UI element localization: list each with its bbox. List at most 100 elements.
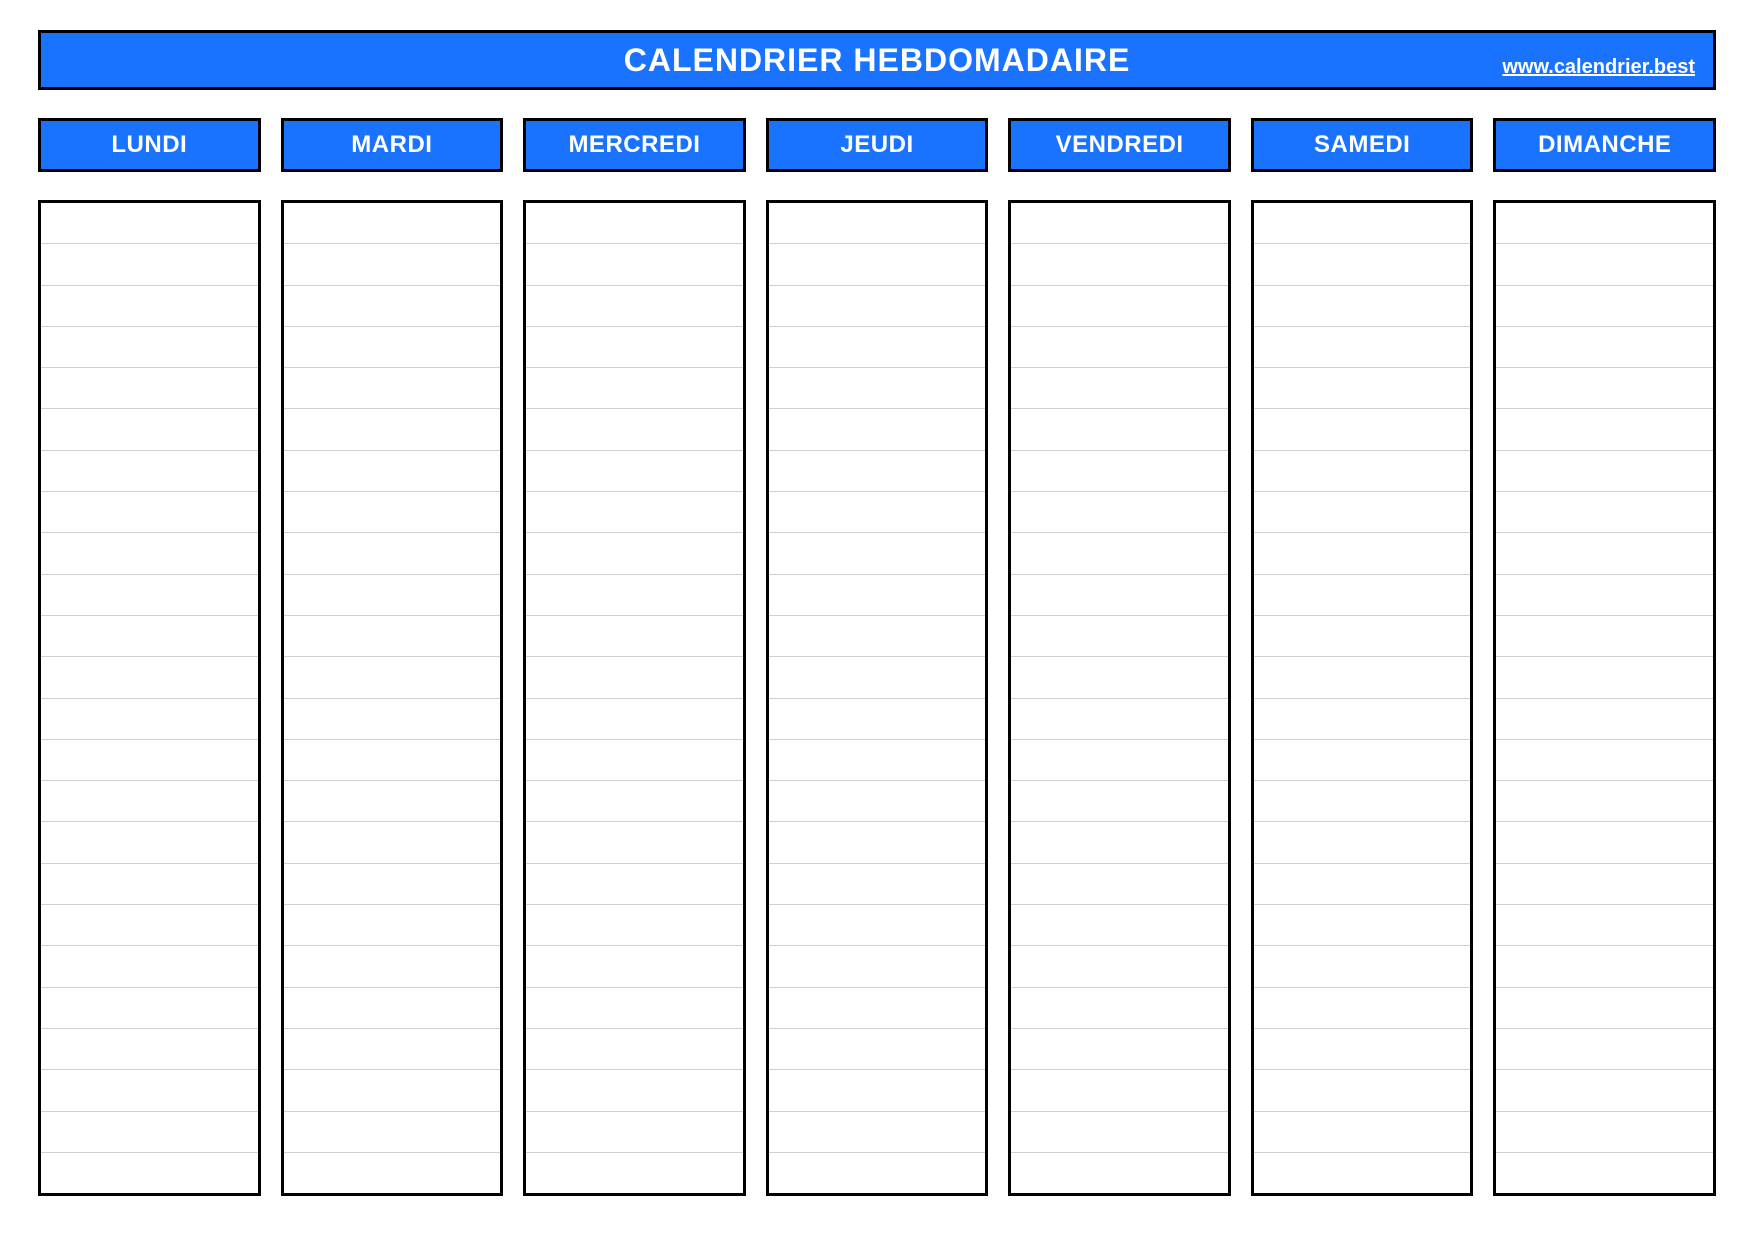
day-row[interactable] [1254, 533, 1471, 574]
day-row[interactable] [1496, 286, 1713, 327]
day-row[interactable] [41, 740, 258, 781]
day-row[interactable] [526, 822, 743, 863]
day-row[interactable] [1496, 946, 1713, 987]
day-row[interactable] [1011, 1029, 1228, 1070]
day-row[interactable] [769, 988, 986, 1029]
day-row[interactable] [41, 864, 258, 905]
day-row[interactable] [1496, 533, 1713, 574]
day-row[interactable] [41, 1112, 258, 1153]
day-row[interactable] [1496, 1153, 1713, 1193]
day-row[interactable] [1496, 451, 1713, 492]
day-row[interactable] [1254, 1070, 1471, 1111]
day-row[interactable] [284, 327, 501, 368]
day-row[interactable] [526, 988, 743, 1029]
day-row[interactable] [1254, 203, 1471, 244]
day-row[interactable] [41, 327, 258, 368]
day-row[interactable] [769, 657, 986, 698]
day-row[interactable] [284, 368, 501, 409]
day-row[interactable] [769, 822, 986, 863]
day-row[interactable] [769, 327, 986, 368]
day-row[interactable] [1011, 616, 1228, 657]
day-row[interactable] [769, 368, 986, 409]
day-row[interactable] [41, 409, 258, 450]
day-row[interactable] [769, 492, 986, 533]
day-row[interactable] [1254, 575, 1471, 616]
day-row[interactable] [1496, 409, 1713, 450]
day-row[interactable] [1254, 864, 1471, 905]
day-row[interactable] [41, 822, 258, 863]
day-row[interactable] [41, 781, 258, 822]
day-row[interactable] [1011, 368, 1228, 409]
day-row[interactable] [1011, 946, 1228, 987]
day-row[interactable] [284, 451, 501, 492]
day-row[interactable] [526, 368, 743, 409]
day-row[interactable] [284, 409, 501, 450]
day-row[interactable] [526, 740, 743, 781]
day-row[interactable] [1011, 1153, 1228, 1193]
day-row[interactable] [1011, 864, 1228, 905]
day-row[interactable] [769, 451, 986, 492]
day-row[interactable] [1496, 988, 1713, 1029]
day-row[interactable] [284, 286, 501, 327]
day-row[interactable] [41, 368, 258, 409]
source-link[interactable]: www.calendrier.best [1502, 56, 1695, 79]
day-row[interactable] [526, 492, 743, 533]
day-row[interactable] [1011, 244, 1228, 285]
day-row[interactable] [526, 244, 743, 285]
day-row[interactable] [1254, 286, 1471, 327]
day-row[interactable] [1496, 368, 1713, 409]
day-row[interactable] [1011, 409, 1228, 450]
day-row[interactable] [1496, 781, 1713, 822]
day-row[interactable] [284, 616, 501, 657]
day-row[interactable] [769, 946, 986, 987]
day-row[interactable] [1496, 616, 1713, 657]
day-row[interactable] [1011, 905, 1228, 946]
day-row[interactable] [1011, 327, 1228, 368]
day-row[interactable] [769, 699, 986, 740]
day-row[interactable] [41, 699, 258, 740]
day-row[interactable] [1011, 699, 1228, 740]
day-row[interactable] [41, 244, 258, 285]
day-row[interactable] [1496, 905, 1713, 946]
day-row[interactable] [1011, 1070, 1228, 1111]
day-row[interactable] [1254, 616, 1471, 657]
day-row[interactable] [1011, 988, 1228, 1029]
day-row[interactable] [1011, 451, 1228, 492]
day-row[interactable] [526, 905, 743, 946]
day-row[interactable] [284, 657, 501, 698]
day-row[interactable] [526, 409, 743, 450]
day-row[interactable] [526, 575, 743, 616]
day-row[interactable] [1254, 368, 1471, 409]
day-row[interactable] [1254, 1153, 1471, 1193]
day-row[interactable] [769, 203, 986, 244]
day-row[interactable] [526, 781, 743, 822]
day-row[interactable] [1254, 946, 1471, 987]
day-row[interactable] [1254, 699, 1471, 740]
day-row[interactable] [284, 492, 501, 533]
day-row[interactable] [284, 1112, 501, 1153]
day-row[interactable] [769, 1112, 986, 1153]
day-row[interactable] [1496, 492, 1713, 533]
day-row[interactable] [1254, 409, 1471, 450]
day-row[interactable] [284, 575, 501, 616]
day-row[interactable] [41, 533, 258, 574]
day-row[interactable] [526, 1070, 743, 1111]
day-row[interactable] [1254, 905, 1471, 946]
day-row[interactable] [41, 1153, 258, 1193]
day-row[interactable] [284, 1153, 501, 1193]
day-row[interactable] [1011, 822, 1228, 863]
day-row[interactable] [284, 822, 501, 863]
day-row[interactable] [526, 203, 743, 244]
day-row[interactable] [41, 492, 258, 533]
day-row[interactable] [284, 533, 501, 574]
day-row[interactable] [526, 533, 743, 574]
day-row[interactable] [526, 864, 743, 905]
day-row[interactable] [284, 946, 501, 987]
day-row[interactable] [1496, 244, 1713, 285]
day-row[interactable] [1496, 575, 1713, 616]
day-row[interactable] [41, 616, 258, 657]
day-row[interactable] [41, 988, 258, 1029]
day-row[interactable] [284, 905, 501, 946]
day-row[interactable] [1254, 451, 1471, 492]
day-row[interactable] [526, 327, 743, 368]
